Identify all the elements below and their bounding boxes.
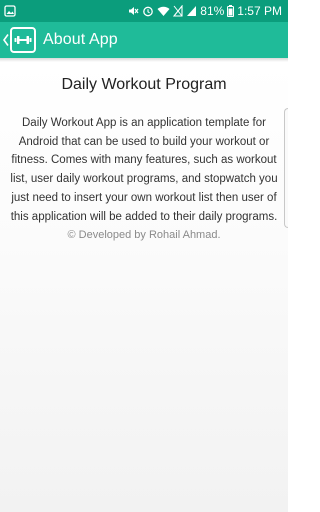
cellular-signal-icon (186, 5, 197, 17)
mute-icon (127, 5, 139, 17)
gallery-notification-icon (4, 5, 16, 17)
battery-percent: 81% (200, 4, 225, 18)
status-time: 1:57 PM (237, 4, 282, 18)
page-title-bar: About App (43, 31, 118, 48)
app-bar: About App (0, 22, 288, 58)
developer-credit: © Developed by Rohail Ahmad. (67, 229, 221, 241)
status-left (4, 5, 16, 17)
dumbbell-icon[interactable] (10, 27, 36, 53)
silent-signal-icon (173, 5, 183, 17)
edge-panel-handle[interactable] (284, 108, 288, 228)
alarm-icon (142, 5, 154, 17)
chevron-left-icon[interactable] (2, 32, 10, 48)
status-bar: 81% 1:57 PM (0, 0, 288, 22)
about-content: Daily Workout Program Daily Workout App … (0, 62, 288, 512)
app-description: Daily Workout App is an application temp… (10, 117, 278, 223)
wifi-icon (157, 5, 170, 17)
status-right: 81% 1:57 PM (127, 4, 282, 18)
battery-icon (227, 5, 235, 17)
program-title: Daily Workout Program (61, 76, 227, 93)
